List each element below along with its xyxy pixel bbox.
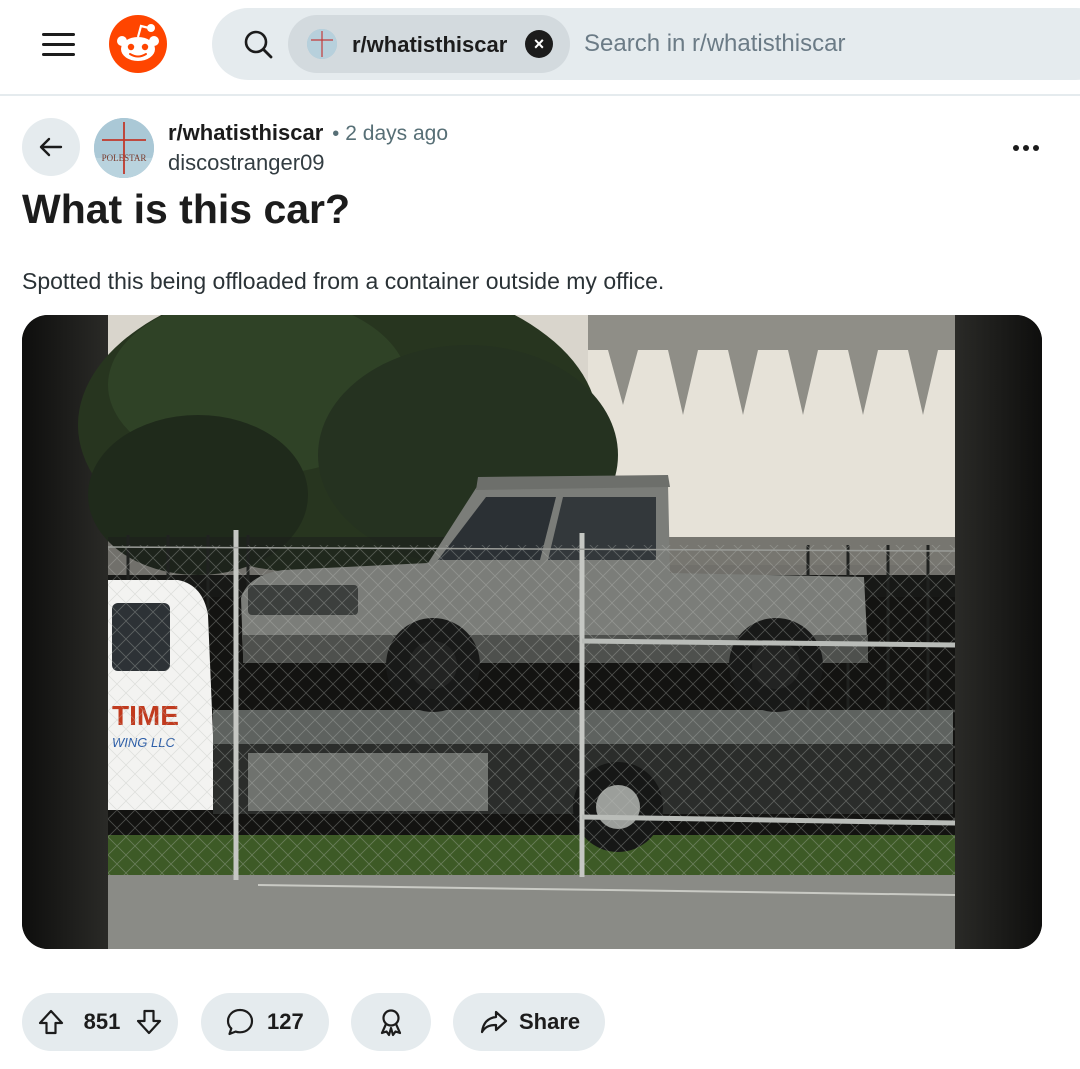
post-meta: r/whatisthiscar • 2 days ago discostrang… [168, 120, 448, 176]
comment-bubble-icon [226, 1008, 254, 1036]
post-title: What is this car? [22, 186, 351, 232]
share-label: Share [519, 1009, 581, 1034]
subreddit-avatar-small [307, 29, 337, 59]
author-link[interactable]: discostranger09 [168, 150, 448, 176]
subreddit-link[interactable]: r/whatisthiscar [168, 120, 323, 146]
more-horizontal-icon [1013, 145, 1019, 151]
back-button[interactable] [22, 118, 80, 176]
arrow-left-icon [39, 137, 63, 157]
comments-button[interactable]: 127 [201, 993, 329, 1051]
post-body-text: Spotted this being offloaded from a cont… [22, 268, 665, 294]
truck-photo: TIME WING LLC [22, 315, 1042, 949]
search-icon [244, 30, 273, 59]
comment-count: 127 [267, 1009, 304, 1034]
close-icon[interactable]: × [525, 30, 553, 58]
avatar-wordmark: POLESTAR [102, 153, 147, 163]
arrow-up-icon [38, 1009, 64, 1035]
post-action-bar: 851 127 Share [22, 993, 1022, 1051]
vote-control: 851 [22, 993, 178, 1051]
upvote-button[interactable] [36, 1007, 66, 1037]
search-bar[interactable]: r/whatisthiscar × [212, 8, 1080, 80]
subreddit-avatar[interactable]: POLESTAR [94, 118, 154, 178]
top-navigation-bar: r/whatisthiscar × [0, 0, 1080, 96]
reddit-logo-icon[interactable] [108, 14, 168, 74]
share-button[interactable]: Share [453, 993, 605, 1051]
vote-score: 851 [83, 1009, 121, 1034]
award-button[interactable] [351, 993, 431, 1051]
more-options-button[interactable] [1004, 128, 1048, 168]
post-image[interactable]: TIME WING LLC [22, 315, 1042, 949]
post-timestamp: 2 days ago [345, 122, 449, 145]
share-arrow-icon [480, 1010, 508, 1034]
hamburger-menu-icon[interactable] [30, 22, 86, 66]
search-input[interactable] [584, 22, 1064, 66]
arrow-down-icon [136, 1009, 162, 1035]
scope-chip-label: r/whatisthiscar [352, 32, 508, 57]
award-icon [380, 1009, 402, 1037]
meta-separator: • [332, 123, 340, 145]
subreddit-scope-chip[interactable]: r/whatisthiscar × [288, 15, 570, 73]
downvote-button[interactable] [134, 1007, 164, 1037]
